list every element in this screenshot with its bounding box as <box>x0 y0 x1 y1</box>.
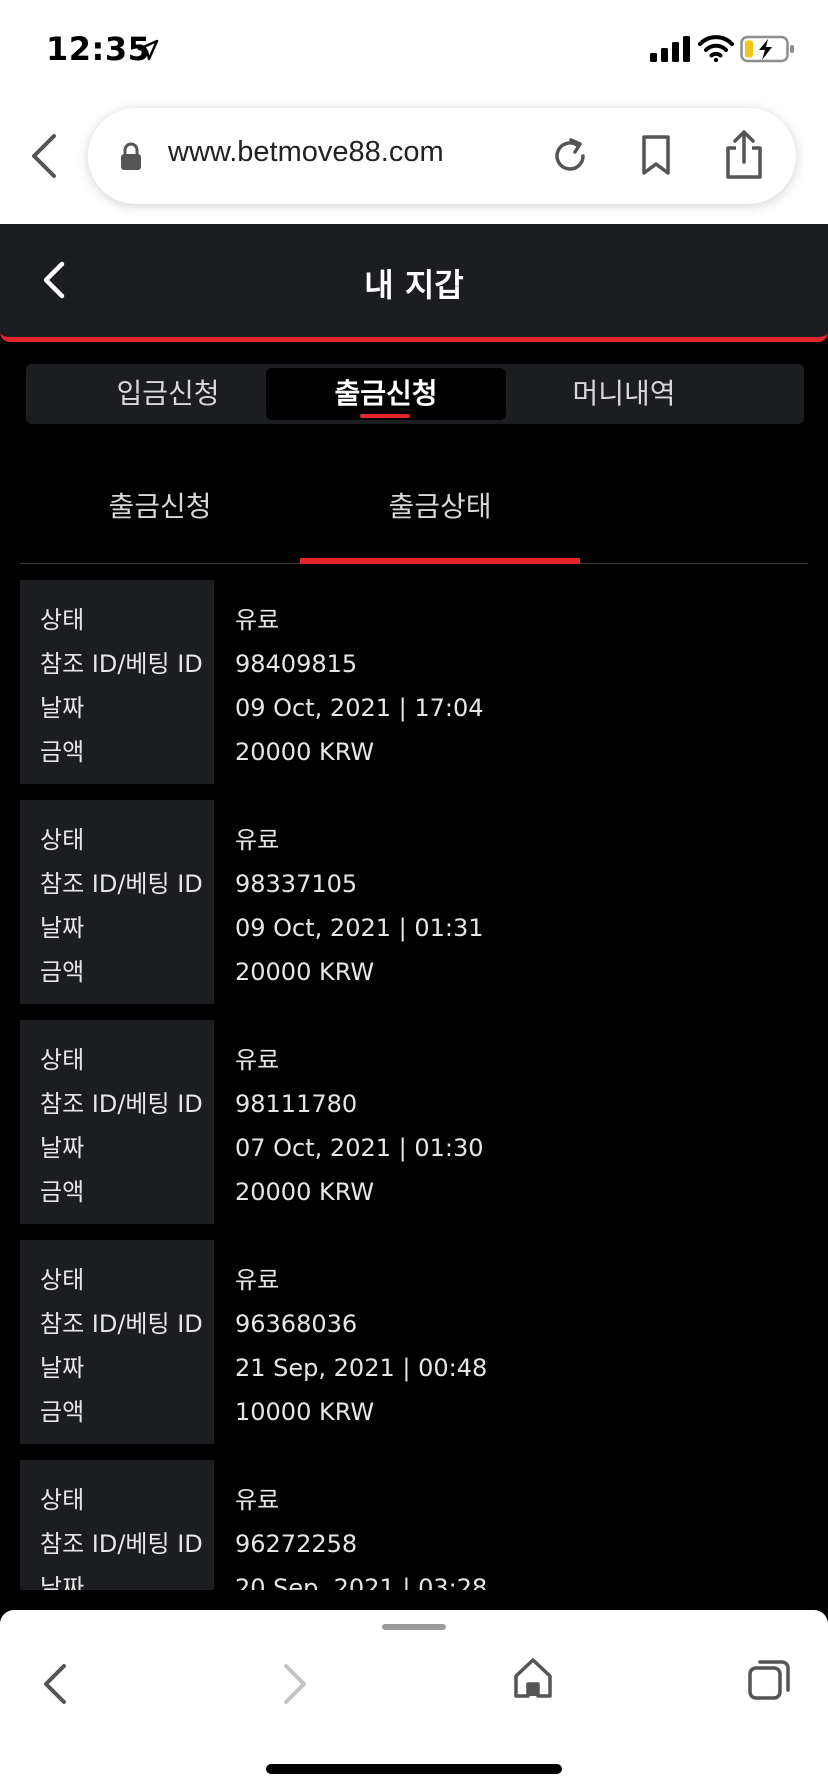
value-amount: 20000 KRW <box>235 958 375 986</box>
subtab-withdraw-status[interactable]: 출금상태 <box>300 470 580 560</box>
label-status: 상태 <box>40 1046 85 1074</box>
battery-charging-icon <box>740 35 794 63</box>
label-amount: 금액 <box>40 1178 85 1206</box>
value-ref-id: 98409815 <box>235 650 358 678</box>
record-labels: 상태 참조 ID/베팅 ID 날짜 금액 <box>20 1460 214 1590</box>
browser-top-bar: www.betmove88.com <box>0 100 828 224</box>
label-date: 날짜 <box>40 1134 85 1162</box>
label-amount: 금액 <box>40 738 85 766</box>
value-amount: 10000 KRW <box>235 1398 375 1426</box>
home-indicator <box>266 1764 562 1774</box>
record-values: 유료 98409815 09 Oct, 2021 | 17:04 20000 K… <box>235 580 484 780</box>
subtab-active-indicator <box>300 558 580 564</box>
cellular-signal-icon <box>650 36 690 62</box>
list-item: 상태 참조 ID/베팅 ID 날짜 금액 유료 98337105 09 Oct,… <box>20 800 808 1004</box>
value-date: 09 Oct, 2021 | 17:04 <box>235 694 484 722</box>
browser-bottom-toolbar <box>0 1610 828 1792</box>
value-status: 유료 <box>235 826 280 854</box>
reload-icon[interactable] <box>550 136 590 176</box>
tab-money-history[interactable]: 머니내역 <box>504 368 744 420</box>
record-labels: 상태 참조 ID/베팅 ID 날짜 금액 <box>20 580 214 784</box>
label-ref-id: 참조 ID/베팅 ID <box>40 650 203 678</box>
record-labels: 상태 참조 ID/베팅 ID 날짜 금액 <box>20 800 214 1004</box>
record-values: 유료 98337105 09 Oct, 2021 | 01:31 20000 K… <box>235 800 484 1000</box>
value-date: 21 Sep, 2021 | 00:48 <box>235 1354 488 1382</box>
label-ref-id: 참조 ID/베팅 ID <box>40 1310 203 1338</box>
value-ref-id: 96368036 <box>235 1310 358 1338</box>
list-item: 상태 참조 ID/베팅 ID 날짜 금액 유료 96272258 20 Sep,… <box>20 1460 808 1590</box>
record-values: 유료 96368036 21 Sep, 2021 | 00:48 10000 K… <box>235 1240 487 1440</box>
label-amount: 금액 <box>40 1398 85 1426</box>
value-amount: 20000 KRW <box>235 738 375 766</box>
value-status: 유료 <box>235 1486 280 1514</box>
value-status: 유료 <box>235 1266 280 1294</box>
lock-icon <box>121 142 141 170</box>
list-item: 상태 참조 ID/베팅 ID 날짜 금액 유료 98111780 07 Oct,… <box>20 1020 808 1224</box>
value-date: 07 Oct, 2021 | 01:30 <box>235 1134 484 1162</box>
toolbar-grabber[interactable] <box>382 1624 446 1630</box>
value-date: 20 Sep, 2021 | 03:28 <box>235 1574 488 1590</box>
value-date: 09 Oct, 2021 | 01:31 <box>235 914 484 942</box>
tab-deposit-request[interactable]: 입금신청 <box>48 368 288 420</box>
browser-back-icon[interactable] <box>28 132 60 180</box>
toolbar-forward-icon[interactable] <box>280 1662 310 1706</box>
label-date: 날짜 <box>40 694 85 722</box>
home-icon[interactable] <box>512 1656 554 1700</box>
tab-withdraw-request-label: 출금신청 <box>334 377 438 410</box>
list-item: 상태 참조 ID/베팅 ID 날짜 금액 유료 96368036 21 Sep,… <box>20 1240 808 1444</box>
label-date: 날짜 <box>40 914 85 942</box>
label-status: 상태 <box>40 1266 85 1294</box>
label-amount: 금액 <box>40 958 85 986</box>
label-ref-id: 참조 ID/베팅 ID <box>40 1090 203 1118</box>
sub-tabs: 출금신청 출금상태 <box>20 470 808 564</box>
value-ref-id: 98337105 <box>235 870 358 898</box>
label-status: 상태 <box>40 826 85 854</box>
tab-withdraw-request[interactable]: 출금신청 <box>266 368 506 420</box>
share-icon[interactable] <box>724 130 764 180</box>
value-ref-id: 96272258 <box>235 1530 358 1558</box>
label-ref-id: 참조 ID/베팅 ID <box>40 1530 203 1558</box>
value-amount: 20000 KRW <box>235 1178 375 1206</box>
value-status: 유료 <box>235 1046 280 1074</box>
label-status: 상태 <box>40 606 85 634</box>
value-ref-id: 98111780 <box>235 1090 358 1118</box>
bookmark-icon[interactable] <box>640 134 672 176</box>
wallet-header: 내 지갑 <box>0 224 828 342</box>
url-text[interactable]: www.betmove88.com <box>168 136 444 169</box>
label-date: 날짜 <box>40 1574 85 1590</box>
record-values: 유료 96272258 20 Sep, 2021 | 03:28 <box>235 1460 487 1590</box>
location-arrow-icon <box>137 39 159 61</box>
subtab-withdraw-request[interactable]: 출금신청 <box>20 470 300 560</box>
record-values: 유료 98111780 07 Oct, 2021 | 01:30 20000 K… <box>235 1020 484 1220</box>
withdraw-status-list: 상태 참조 ID/베팅 ID 날짜 금액 유료 98409815 09 Oct,… <box>20 580 808 1590</box>
record-labels: 상태 참조 ID/베팅 ID 날짜 금액 <box>20 1020 214 1224</box>
status-bar: 12:35 <box>0 0 828 100</box>
list-item: 상태 참조 ID/베팅 ID 날짜 금액 유료 98409815 09 Oct,… <box>20 580 808 784</box>
main-tabs: 입금신청 출금신청 머니내역 <box>26 364 804 424</box>
label-status: 상태 <box>40 1486 85 1514</box>
value-status: 유료 <box>235 606 280 634</box>
page-title: 내 지갑 <box>364 266 464 304</box>
record-labels: 상태 참조 ID/베팅 ID 날짜 금액 <box>20 1240 214 1444</box>
label-ref-id: 참조 ID/베팅 ID <box>40 870 203 898</box>
wifi-icon <box>698 35 734 62</box>
active-tab-indicator <box>360 414 410 418</box>
tabs-overview-icon[interactable] <box>748 1658 792 1702</box>
address-bar[interactable]: www.betmove88.com <box>88 108 796 204</box>
label-date: 날짜 <box>40 1354 85 1382</box>
status-time: 12:35 <box>46 30 151 68</box>
toolbar-back-icon[interactable] <box>40 1662 70 1706</box>
